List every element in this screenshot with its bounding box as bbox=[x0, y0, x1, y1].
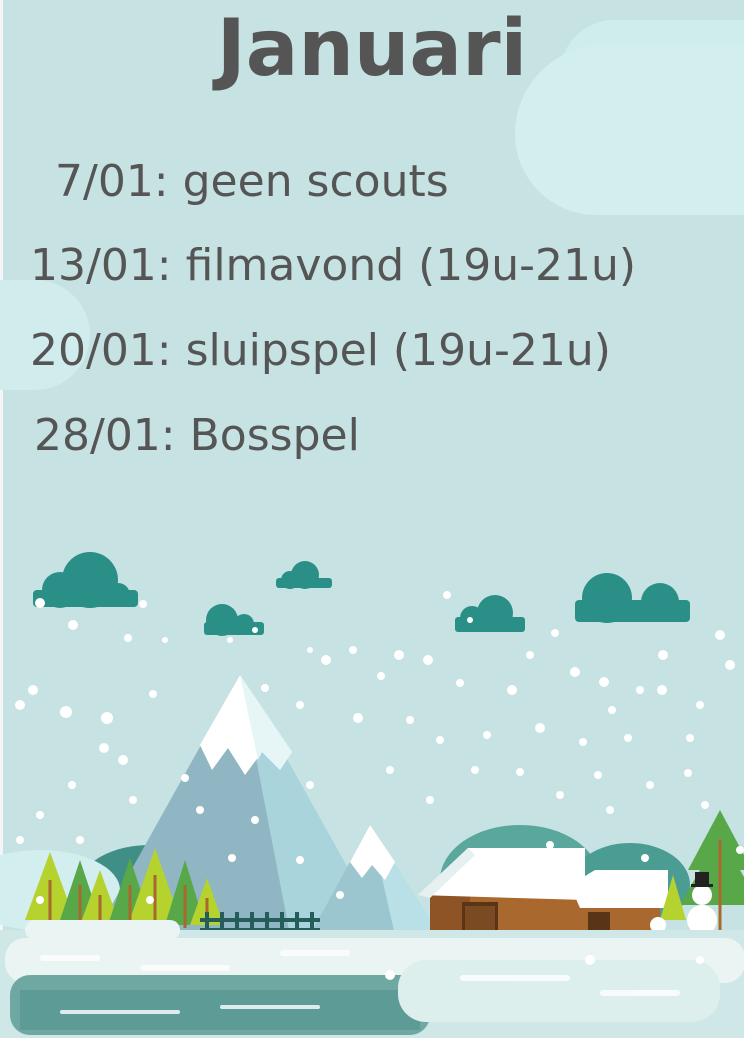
cloud-icon bbox=[276, 561, 332, 589]
cloud-icon bbox=[33, 552, 138, 608]
calendar-page: Januari 7/01: geen scouts 13/01: filmavo… bbox=[0, 0, 744, 1038]
winter-illustration bbox=[0, 552, 744, 1038]
cloud-icon bbox=[575, 573, 690, 623]
cloud-icon bbox=[455, 595, 525, 632]
ground bbox=[0, 920, 744, 1038]
house bbox=[418, 848, 585, 940]
